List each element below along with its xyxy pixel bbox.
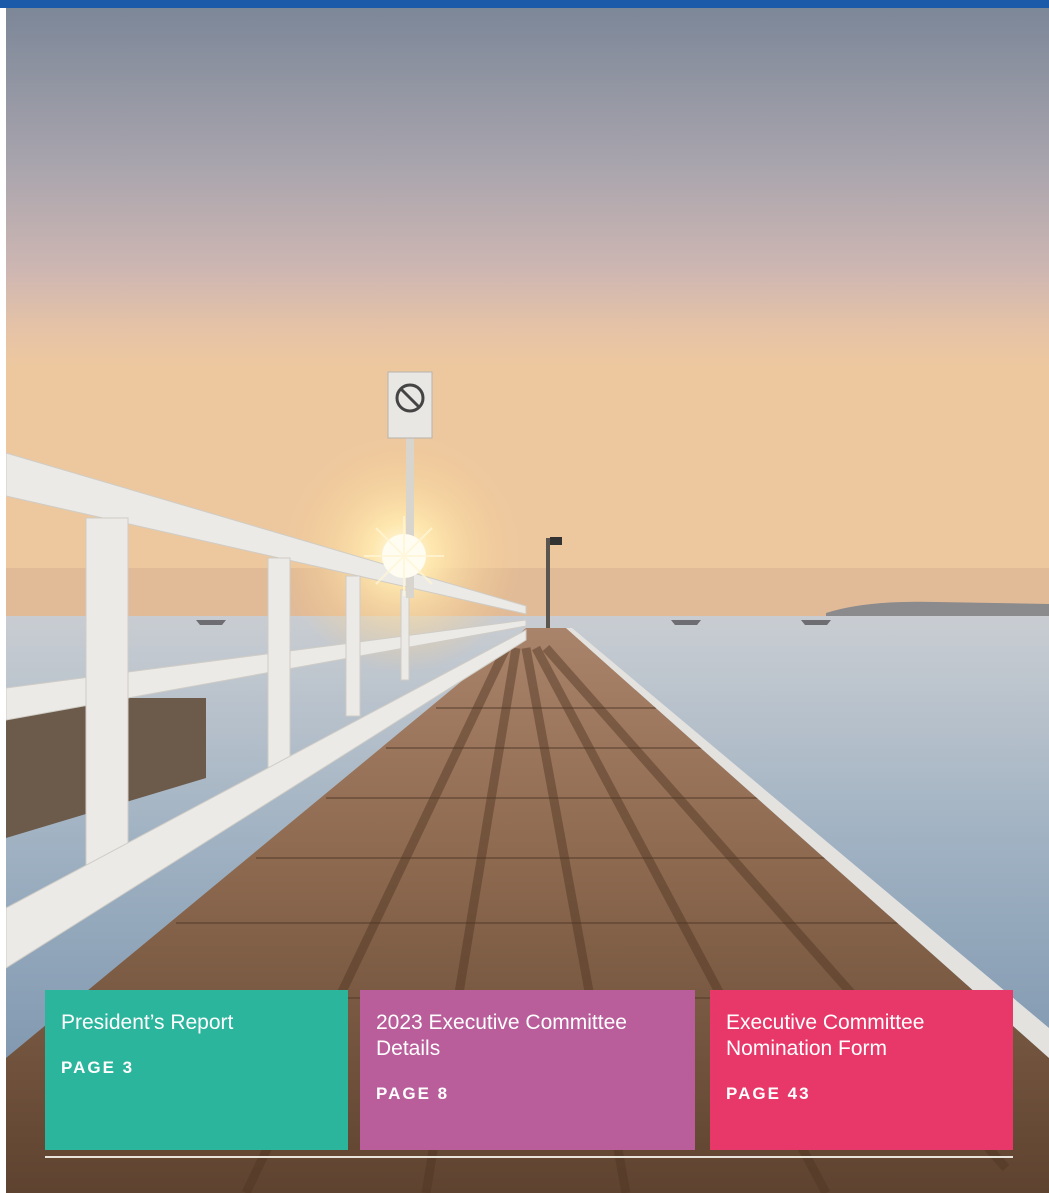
card-title: President’s Report — [61, 1011, 234, 1034]
card-committee-details[interactable]: 2023 Executive Committee Details PAGE 8 — [360, 990, 695, 1150]
card-title: 2023 Executive Committee Details — [376, 1011, 627, 1060]
card-nomination-form[interactable]: Executive Committee Nomination Form PAGE… — [710, 990, 1013, 1150]
card-page-label: PAGE 3 — [61, 1058, 135, 1077]
top-accent-bar — [0, 0, 1049, 8]
card-page-label: PAGE 8 — [376, 1084, 450, 1103]
card-title: Executive Committee Nomination Form — [726, 1011, 925, 1060]
divider-line — [45, 1156, 1013, 1158]
card-page-label: PAGE 43 — [726, 1084, 811, 1103]
card-presidents-report[interactable]: President’s Report PAGE 3 — [45, 990, 348, 1150]
